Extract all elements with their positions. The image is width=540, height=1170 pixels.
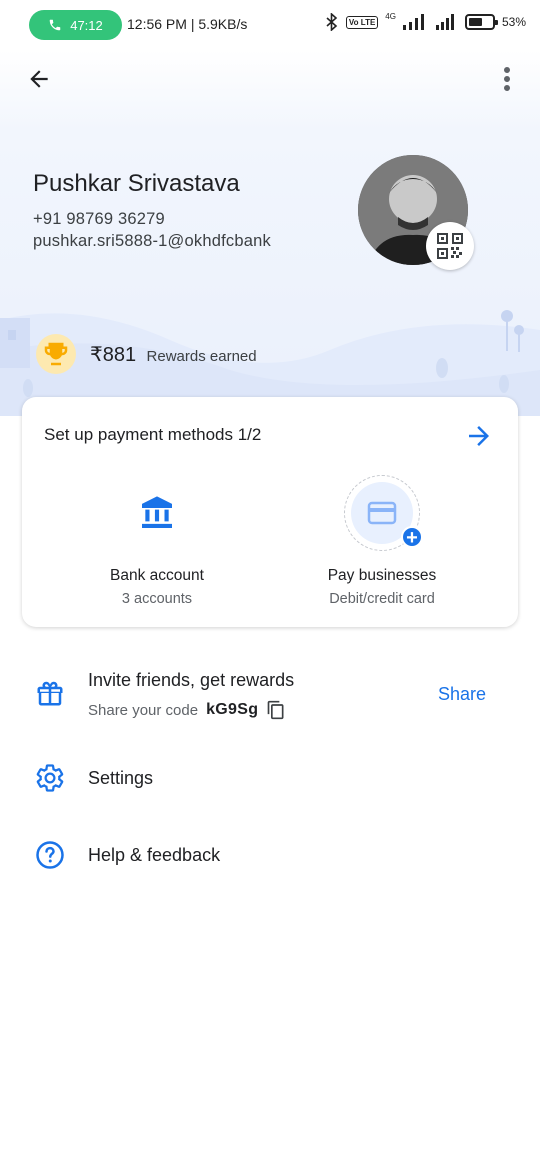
status-bar: 47:12 12:56 PM | 5.9KB/s Vo LTE 4G 53%	[0, 0, 540, 50]
invite-title[interactable]: Invite friends, get rewards	[88, 670, 294, 691]
ongoing-call-pill[interactable]: 47:12	[29, 10, 122, 40]
call-timer: 47:12	[70, 17, 103, 33]
bank-account-label: Bank account	[110, 567, 204, 584]
qr-code-button[interactable]	[426, 222, 474, 270]
share-button[interactable]: Share	[430, 682, 494, 707]
payment-setup-title: Set up payment methods 1/2	[44, 425, 262, 444]
copy-icon[interactable]	[266, 699, 286, 721]
payment-methods-card: Set up payment methods 1/2 Bank account …	[22, 397, 518, 627]
network-type: 4G	[385, 11, 396, 21]
profile-phone: +91 98769 36279	[33, 210, 165, 228]
rewards-amount: ₹881	[90, 343, 137, 366]
qr-code-icon	[437, 233, 463, 259]
pay-businesses-label: Pay businesses	[327, 567, 437, 584]
signal-icon	[402, 14, 424, 30]
bank-icon	[119, 475, 195, 551]
battery-icon	[464, 14, 498, 30]
arrow-left-icon	[30, 70, 48, 88]
invite-code: kG9Sg	[206, 701, 259, 718]
invite-code-row: Share your code kG9Sg	[88, 699, 286, 721]
volte-icon: Vo LTE	[345, 15, 379, 29]
back-button[interactable]	[22, 62, 56, 96]
invite-code-label: Share your code	[88, 701, 199, 719]
help-icon	[33, 838, 67, 872]
battery-percent: 53%	[501, 15, 526, 29]
signal-2-icon	[435, 14, 454, 30]
profile-name: Pushkar Srivastava	[33, 170, 240, 197]
credit-card-icon	[367, 501, 397, 525]
profile-upi-id[interactable]: pushkar.sri5888-1@okhdfcbank	[33, 232, 271, 251]
settings-item[interactable]: Settings	[88, 768, 153, 789]
bank-account-sub: 3 accounts	[121, 591, 193, 607]
card-circle: +	[344, 475, 423, 551]
gift-icon	[33, 676, 67, 710]
more-vertical-icon	[504, 67, 510, 91]
more-options-button[interactable]	[492, 62, 522, 96]
help-feedback-item[interactable]: Help & feedback	[88, 845, 220, 866]
trophy-icon	[36, 334, 76, 374]
add-icon: +	[401, 526, 423, 549]
settings-gear-icon	[33, 761, 67, 795]
rewards-summary[interactable]: ₹881 Rewards earned	[36, 334, 257, 374]
status-icons: Vo LTE 4G 53%	[325, 11, 526, 31]
phone-icon	[49, 19, 61, 31]
arrow-right-icon[interactable]	[464, 421, 494, 451]
pay-businesses-sub: Debit/credit card	[329, 591, 435, 607]
status-time-speed: 12:56 PM | 5.9KB/s	[127, 16, 248, 32]
rewards-label: Rewards earned	[146, 347, 257, 365]
bank-account-option[interactable]: Bank account 3 accounts	[57, 475, 257, 607]
pay-businesses-option[interactable]: + Pay businesses Debit/credit card	[282, 475, 482, 607]
bluetooth-icon	[326, 13, 338, 31]
